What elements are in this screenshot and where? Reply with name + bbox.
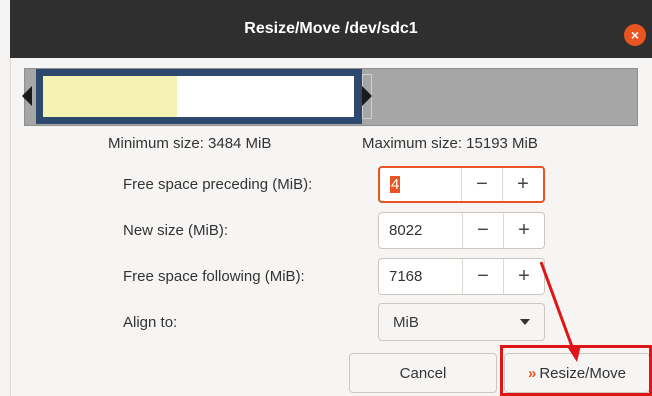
annotation-arrow-line [539, 261, 576, 353]
align-to-label: Align to: [123, 314, 178, 331]
free-space-following-label: Free space following (MiB): [123, 268, 305, 285]
decrement-button[interactable]: − [461, 168, 502, 201]
new-size-label: New size (MiB): [123, 222, 229, 239]
increment-button[interactable]: + [502, 168, 543, 201]
cancel-button-label: Cancel [399, 364, 447, 382]
close-icon[interactable]: × [624, 24, 646, 46]
free-space-following-input[interactable]: 7168 [379, 259, 462, 294]
left-resize-handle-icon[interactable] [22, 86, 32, 106]
free-space-following-spinbox[interactable]: 7168 − + [378, 258, 545, 295]
free-space-preceding-input[interactable]: 4 [380, 168, 461, 201]
free-space-preceding-label: Free space preceding (MiB): [123, 176, 313, 193]
chevron-down-icon [520, 319, 530, 325]
free-space-preceding-spinbox[interactable]: 4 − + [378, 166, 545, 203]
right-resize-handle-icon[interactable] [362, 86, 372, 106]
background-window-edge [0, 0, 11, 396]
maximum-size-label: Maximum size: 15193 MiB [362, 135, 538, 152]
decrement-button[interactable]: − [462, 213, 503, 248]
window-title: Resize/Move /dev/sdc1 [244, 20, 418, 37]
minimum-size-label: Minimum size: 3484 MiB [108, 135, 272, 152]
partition-used-area [43, 76, 177, 117]
annotation-arrow [539, 261, 581, 362]
resize-move-button[interactable]: » Resize/Move [504, 353, 650, 393]
decrement-button[interactable]: − [462, 259, 503, 294]
increment-button[interactable]: + [503, 259, 544, 294]
title-bar: Resize/Move /dev/sdc1 × [10, 0, 652, 58]
resize-move-icon: » [527, 364, 537, 382]
align-to-value: MiB [393, 313, 419, 331]
cancel-button[interactable]: Cancel [349, 353, 497, 393]
new-size-spinbox[interactable]: 8022 − + [378, 212, 545, 249]
align-to-dropdown[interactable]: MiB [378, 303, 545, 341]
new-size-input[interactable]: 8022 [379, 213, 462, 248]
increment-button[interactable]: + [503, 213, 544, 248]
resize-move-button-label: Resize/Move [539, 364, 627, 382]
free-space-preceding-value: 4 [390, 176, 401, 193]
